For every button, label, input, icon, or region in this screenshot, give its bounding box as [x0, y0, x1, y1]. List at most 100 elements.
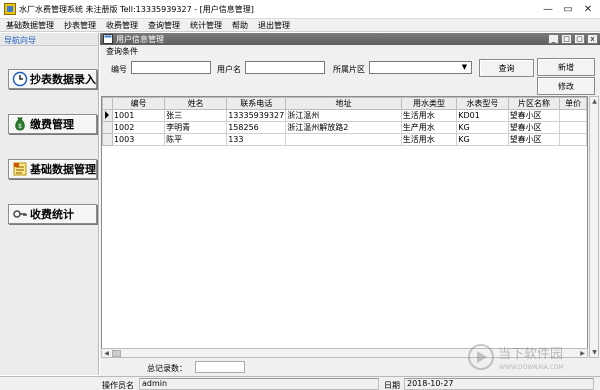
table-cell[interactable]: 生活用水: [400, 109, 458, 122]
column-header[interactable]: 单价: [559, 97, 587, 110]
chevron-down-icon: ▼: [461, 63, 468, 71]
table-cell[interactable]: 望春小区: [507, 121, 561, 134]
operator-label: 操作员名: [102, 381, 134, 390]
menu-query[interactable]: 查询管理: [148, 20, 180, 31]
column-header[interactable]: 地址: [285, 97, 402, 110]
child-maximize-button[interactable]: ▢: [574, 34, 585, 44]
edit-button[interactable]: 修改: [537, 77, 595, 95]
nav-button-fee-stats[interactable]: 收费统计: [8, 204, 97, 224]
column-header[interactable]: 水表型号: [456, 97, 509, 110]
maximize-button[interactable]: ▭: [558, 1, 578, 18]
column-header[interactable]: 编号: [111, 97, 166, 110]
table-cell[interactable]: KD01: [456, 109, 509, 122]
query-group-label: 查询条件: [106, 47, 138, 56]
user-grid: 编号 姓名 联系电话 地址 用水类型 水表型号 片区名称 单价 1001 张三 …: [101, 96, 588, 358]
clock-icon: [12, 71, 28, 87]
child-minimize-button[interactable]: _: [548, 34, 559, 44]
username-input[interactable]: [245, 61, 325, 74]
close-button[interactable]: ✕: [578, 1, 598, 18]
key-icon: [12, 206, 28, 222]
table-cell[interactable]: 158256: [226, 121, 287, 134]
app-icon: [4, 3, 16, 15]
nav-button-basic-data[interactable]: 基础数据管理: [8, 159, 97, 179]
child-controls: _ □ ▢ x: [546, 34, 598, 44]
table-cell[interactable]: 张三: [164, 109, 228, 122]
child-close-button[interactable]: x: [587, 34, 598, 44]
money-bag-icon: $: [12, 116, 28, 132]
watermark-url: WWW.DOWNXIA.COM: [499, 364, 564, 371]
table-cell[interactable]: 1001: [111, 109, 166, 122]
column-header[interactable]: 用水类型: [400, 97, 458, 110]
table-row[interactable]: 1002 李明青 158256 浙江温州解放路2 生产用水 KG 望春小区: [102, 121, 587, 134]
table-cell[interactable]: 生产用水: [400, 121, 458, 134]
table-cell[interactable]: 1002: [111, 121, 166, 134]
search-button[interactable]: 查询: [479, 59, 534, 77]
table-cell[interactable]: [559, 133, 587, 146]
area-select[interactable]: ▼: [369, 61, 472, 74]
column-header[interactable]: 姓名: [164, 97, 228, 110]
menu-billing[interactable]: 收费管理: [106, 20, 138, 31]
total-records-label: 总记录数：: [147, 364, 187, 373]
table-cell[interactable]: 浙江温州解放路2: [285, 121, 402, 134]
table-cell[interactable]: KG: [456, 121, 509, 134]
row-selector-icon[interactable]: [102, 109, 113, 122]
table-cell[interactable]: 陈平: [164, 133, 228, 146]
date-value: 2018-10-27: [404, 378, 594, 390]
scroll-thumb[interactable]: [112, 350, 121, 357]
menu-meter-reading[interactable]: 抄表管理: [64, 20, 96, 31]
area-label: 所属片区: [333, 65, 365, 74]
menu-statistics[interactable]: 统计管理: [190, 20, 222, 31]
row-indicator[interactable]: [102, 133, 113, 146]
row-indicator-header: [102, 97, 113, 110]
table-row[interactable]: 1001 张三 13335939327 浙江温州 生活用水 KD01 望春小区: [102, 109, 587, 122]
row-indicator[interactable]: [102, 121, 113, 134]
table-cell[interactable]: 望春小区: [507, 133, 561, 146]
window-title: 水厂水费管理系统 未注册版 Tell:13335939327 - [用户信息管理…: [19, 5, 254, 14]
svg-text:$: $: [18, 123, 22, 130]
nav-header-label: 导航向导: [4, 36, 36, 45]
watermark-title: 当下软件园: [498, 347, 563, 362]
code-input[interactable]: [131, 61, 211, 74]
table-cell[interactable]: 李明青: [164, 121, 228, 134]
status-bar: 操作员名 admin 日期 2018-10-27: [0, 376, 600, 390]
nav-button-label: 缴费管理: [30, 118, 74, 131]
scroll-left-icon[interactable]: ◀: [102, 349, 111, 358]
column-header[interactable]: 联系电话: [226, 97, 287, 110]
minimize-button[interactable]: —: [538, 1, 558, 18]
site-watermark-logo: 当下软件园 WWW.DOWNXIA.COM: [468, 342, 594, 372]
table-cell[interactable]: [285, 133, 402, 146]
menu-bar: 基础数据管理 抄表管理 收费管理 查询管理 统计管理 帮助 退出管理: [0, 19, 600, 32]
table-cell[interactable]: 1003: [111, 133, 166, 146]
form-icon: [103, 34, 113, 44]
table-cell[interactable]: [559, 121, 587, 134]
child-restore-button[interactable]: □: [561, 34, 572, 44]
table-cell[interactable]: 133: [226, 133, 287, 146]
menu-exit[interactable]: 退出管理: [258, 20, 290, 31]
main-titlebar: 水厂水费管理系统 未注册版 Tell:13335939327 - [用户信息管理…: [0, 0, 600, 19]
table-cell[interactable]: [559, 109, 587, 122]
nav-button-payment[interactable]: $ 缴费管理: [8, 114, 97, 134]
total-records-value: [195, 361, 245, 373]
nav-button-label: 收费统计: [30, 208, 74, 221]
table-cell[interactable]: 生活用水: [400, 133, 458, 146]
nav-button-meter-entry[interactable]: 抄表数据录入: [8, 69, 97, 89]
nav-pane: 抄表数据录入 $ 缴费管理 基础数据管理 收费统计: [0, 46, 99, 375]
date-label: 日期: [384, 381, 400, 390]
table-cell[interactable]: KG: [456, 133, 509, 146]
column-header[interactable]: 片区名称: [507, 97, 561, 110]
grid-header-row: 编号 姓名 联系电话 地址 用水类型 水表型号 片区名称 单价: [102, 97, 587, 110]
table-row[interactable]: 1003 陈平 133 生活用水 KG 望春小区: [102, 133, 587, 146]
code-label: 编号: [111, 65, 127, 74]
username-label: 用户名: [217, 65, 241, 74]
table-cell[interactable]: 望春小区: [507, 109, 561, 122]
nav-button-label: 基础数据管理: [30, 163, 96, 176]
table-cell[interactable]: 13335939327: [226, 109, 287, 122]
new-button[interactable]: 新增: [537, 58, 595, 76]
menu-help[interactable]: 帮助: [232, 20, 248, 31]
window-controls: — ▭ ✕: [538, 0, 598, 19]
menu-basic-data[interactable]: 基础数据管理: [6, 20, 54, 31]
scroll-up-icon[interactable]: ▲: [590, 97, 599, 106]
vertical-scrollbar[interactable]: ▲ ▼: [589, 96, 599, 358]
nav-header: 导航向导: [0, 33, 99, 46]
table-cell[interactable]: 浙江温州: [285, 109, 402, 122]
